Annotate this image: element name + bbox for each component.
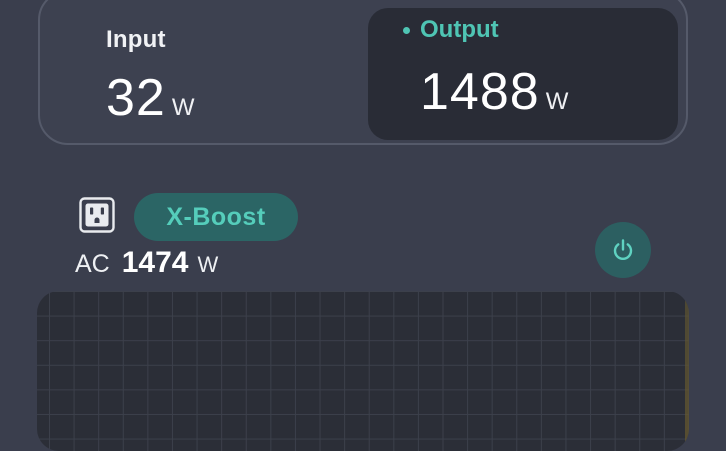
ac-label: AC: [75, 250, 110, 278]
input-unit: W: [171, 94, 195, 121]
ac-readout: AC 1474 W: [75, 246, 218, 280]
power-icon: [613, 239, 633, 260]
ac-outlet-icon: [79, 197, 115, 233]
power-history-graph: [37, 291, 689, 451]
output-header: Output: [403, 16, 499, 44]
graph-edge-highlight: [685, 291, 689, 451]
output-label: Output: [420, 16, 499, 43]
input-readout: 32 W: [106, 68, 195, 128]
input-panel: Input 32 W: [106, 26, 195, 128]
output-panel[interactable]: Output 1488 W: [368, 8, 678, 140]
x-boost-button[interactable]: X-Boost: [134, 193, 298, 241]
ac-value: 1474: [121, 246, 189, 279]
ac-power-toggle-button[interactable]: [595, 222, 651, 278]
output-readout: 1488 W: [420, 62, 568, 122]
input-value: 32: [106, 69, 166, 127]
ac-unit: W: [197, 252, 219, 277]
input-label: Input: [106, 26, 166, 53]
power-summary-card: Input 32 W Output 1488 W: [38, 0, 688, 145]
output-value: 1488: [420, 63, 540, 121]
active-indicator-dot: [403, 26, 410, 34]
output-unit: W: [545, 88, 569, 115]
